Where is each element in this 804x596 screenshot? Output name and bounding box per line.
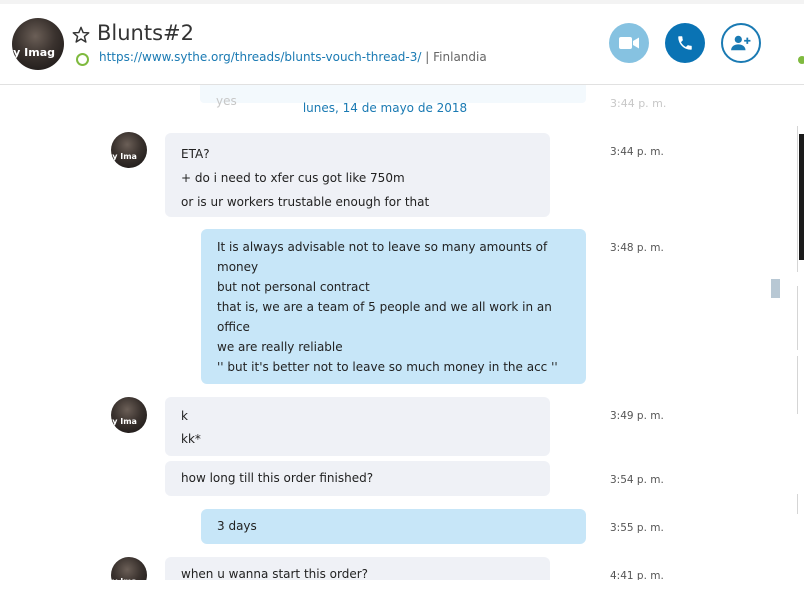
message-bubble-incoming[interactable]: ETA? + do i need to xfer cus got like 75… [165, 133, 550, 217]
chat-header: yy Imag Blunts#2 https://www.sythe.org/t… [0, 4, 804, 85]
message-avatar[interactable]: yy Ima [111, 397, 147, 433]
edge-panel-fragment [797, 356, 804, 414]
message-line: we are really reliable [217, 340, 343, 354]
presence-status-icon [76, 53, 89, 66]
message-line: money [217, 260, 259, 274]
message-bubble-incoming[interactable]: k kk* [165, 397, 550, 456]
message-line: It is always advisable not to leave so m… [217, 240, 548, 254]
contact-avatar[interactable]: yy Imag [12, 18, 64, 70]
contact-name[interactable]: Blunts#2 [97, 21, 194, 45]
mood-message: https://www.sythe.org/threads/blunts-vou… [99, 50, 487, 64]
edge-star-icon [796, 28, 804, 42]
message-bubble-outgoing[interactable]: It is always advisable not to leave so m… [201, 229, 586, 384]
message-line: how long till this order finished? [181, 471, 374, 485]
message-bubble-incoming[interactable]: how long till this order finished? [165, 461, 550, 496]
contact-location: Finlandia [433, 50, 487, 64]
message-timestamp: 3:49 p. m. [610, 410, 664, 422]
edge-status-icon [798, 56, 804, 64]
message-timestamp: 3:54 p. m. [610, 474, 664, 486]
video-call-button[interactable] [609, 23, 649, 63]
edge-panel-fragment [797, 494, 804, 514]
phone-icon [678, 36, 692, 50]
avatar-overlay-text: yy Imag [12, 46, 56, 59]
message-line: '' but it's better not to leave so much … [217, 360, 558, 374]
edge-panel-fragment [797, 286, 804, 350]
message-line: ETA? [181, 147, 210, 161]
favorite-star-icon[interactable] [72, 26, 90, 44]
message-timestamp: 3:48 p. m. [610, 242, 664, 254]
message-line: when u wanna start this order? [181, 567, 369, 580]
conversation-history[interactable]: yes 3:44 p. m. lunes, 14 de mayo de 2018… [0, 85, 780, 580]
message-line: but not personal contract [217, 280, 370, 294]
message-timestamp: 4:41 p. m. [610, 570, 664, 580]
message-line: that is, we are a team of 5 people and w… [217, 300, 552, 314]
date-divider: lunes, 14 de mayo de 2018 [302, 101, 468, 115]
message-avatar[interactable]: yy Ima [111, 132, 147, 168]
avatar-overlay-text: yy Ima [111, 577, 137, 580]
message-bubble-incoming[interactable]: when u wanna start this order? [165, 557, 550, 580]
add-people-button[interactable] [721, 23, 761, 63]
avatar-overlay-text: yy Ima [111, 417, 137, 426]
avatar-overlay-text: yy Ima [111, 152, 137, 161]
scrollbar-thumb[interactable] [771, 279, 780, 298]
message-line: 3 days [217, 519, 257, 533]
message-timestamp: 3:44 p. m. [610, 146, 664, 158]
mood-link[interactable]: https://www.sythe.org/threads/blunts-vou… [99, 50, 421, 64]
message-timestamp: 3:55 p. m. [610, 522, 664, 534]
message-bubble-outgoing[interactable]: 3 days [201, 509, 586, 544]
mood-separator: | [425, 50, 430, 64]
message-line: kk* [181, 432, 201, 446]
message-line: k [181, 409, 188, 423]
edge-panel-fragment [797, 126, 804, 272]
message-line: office [217, 320, 250, 334]
add-person-icon [731, 35, 751, 51]
video-camera-icon [619, 37, 639, 49]
message-avatar[interactable]: yy Ima [111, 557, 147, 580]
message-line: + do i need to xfer cus got like 750m [181, 171, 405, 185]
message-line: or is ur workers trustable enough for th… [181, 195, 430, 209]
audio-call-button[interactable] [665, 23, 705, 63]
